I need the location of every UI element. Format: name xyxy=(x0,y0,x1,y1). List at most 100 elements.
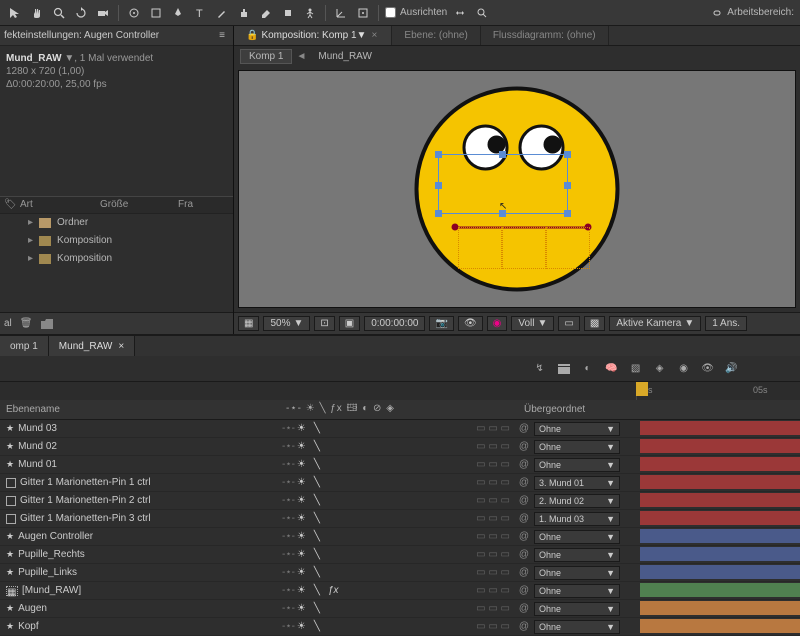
layer-row[interactable]: ★Mund 01 -⋆-☀╲▭ ▭ ▭ @Ohne▼ xyxy=(0,456,800,474)
eye-icon[interactable]: 👁 xyxy=(699,360,717,378)
timeline-tab-raw[interactable]: Mund_RAW× xyxy=(49,336,135,356)
audio-icon[interactable]: 🔊 xyxy=(723,360,741,378)
layer-row[interactable]: ★Kopf -⋆-☀╲▭ ▭ ▭ @Ohne▼ xyxy=(0,618,800,636)
pickwhip-icon[interactable]: @ xyxy=(518,567,530,579)
timeline-tab-comp[interactable]: omp 1 xyxy=(0,336,49,356)
show-icon[interactable]: 👁 xyxy=(458,316,483,331)
parent-dropdown[interactable]: Ohne▼ xyxy=(534,422,620,436)
pickwhip-icon[interactable]: @ xyxy=(518,603,530,615)
pickwhip-icon[interactable]: @ xyxy=(518,441,530,453)
parent-dropdown[interactable]: Ohne▼ xyxy=(534,602,620,616)
anchor-tool[interactable] xyxy=(125,4,143,22)
layer-row[interactable]: ★Augen -⋆-☀╲▭ ▭ ▭ @Ohne▼ xyxy=(0,600,800,618)
breadcrumb-child[interactable]: Mund_RAW xyxy=(310,50,380,63)
viewer-controls: ▦ 50%▼ ⊡ ▣ 0:00:00:00 📷 👁 ◉ Voll▼ ▭ ▩ Ak… xyxy=(234,312,800,334)
trash-icon[interactable]: 🗑 xyxy=(20,318,33,329)
workspace-selector[interactable]: Arbeitsbereich: xyxy=(711,7,794,19)
main-toolbar: T Ausrichten Arbeitsbereich: xyxy=(0,0,800,26)
pickwhip-icon[interactable]: @ xyxy=(518,531,530,543)
snapping-icon[interactable] xyxy=(451,4,469,22)
axis-tool[interactable] xyxy=(332,4,350,22)
asset-header: 🏷 Art Größe Fra xyxy=(0,196,233,214)
tab-layer[interactable]: Ebene: (ohne) xyxy=(392,26,480,45)
layer-row[interactable]: ★Augen Controller -⋆-☀╲▭ ▭ ▭ @Ohne▼ xyxy=(0,528,800,546)
layer-row[interactable]: Gitter 1 Marionetten-Pin 1 ctrl -⋆-☀╲▭ ▭… xyxy=(0,474,800,492)
selection-tool[interactable] xyxy=(6,4,24,22)
layer-row[interactable]: ★Mund 03 -⋆-☀╲▭ ▭ ▭ @Ohne▼ xyxy=(0,420,800,438)
mask-icon[interactable]: ▣ xyxy=(339,316,360,331)
views-dropdown[interactable]: 1 Ans. xyxy=(705,316,747,331)
pickwhip-icon[interactable]: @ xyxy=(518,513,530,525)
parent-dropdown[interactable]: Ohne▼ xyxy=(534,584,620,598)
brush-tool[interactable] xyxy=(213,4,231,22)
type-tool[interactable]: T xyxy=(191,4,209,22)
hand-tool[interactable] xyxy=(28,4,46,22)
roto-tool[interactable] xyxy=(279,4,297,22)
3d-icon[interactable]: ◈ xyxy=(651,360,669,378)
timecode[interactable]: 0:00:00:00 xyxy=(364,316,425,331)
clone-tool[interactable] xyxy=(235,4,253,22)
composition-viewer[interactable]: ↖ xyxy=(238,70,796,308)
parent-dropdown[interactable]: 2. Mund 02▼ xyxy=(534,494,620,508)
expr-icon[interactable]: ◉ xyxy=(675,360,693,378)
zoom-dropdown[interactable]: 50%▼ xyxy=(263,316,310,331)
layer-row[interactable]: ▦[Mund_RAW] -⋆-☀╲ƒx▭ ▭ ▭ @Ohne▼ xyxy=(0,582,800,600)
layer-row[interactable]: ★Pupille_Rechts -⋆-☀╲▭ ▭ ▭ @Ohne▼ xyxy=(0,546,800,564)
res-icon[interactable]: ⊡ xyxy=(314,316,334,331)
zoom-tool[interactable] xyxy=(50,4,68,22)
folder-icon[interactable] xyxy=(41,319,53,329)
transparency-icon[interactable]: ▩ xyxy=(584,316,605,331)
asset-row[interactable]: ▸Ordner xyxy=(0,214,233,232)
brain-icon[interactable]: 🧠 xyxy=(603,360,621,378)
motion-blur-icon[interactable]: ◐ xyxy=(579,360,597,378)
snapshot-icon[interactable]: 📷 xyxy=(429,316,453,331)
eraser-tool[interactable] xyxy=(257,4,275,22)
camera-dropdown[interactable]: Aktive Kamera▼ xyxy=(609,316,701,331)
project-info: Mund_RAW ▼, 1 Mal verwendet 1280 x 720 (… xyxy=(0,46,233,97)
pen-tool[interactable] xyxy=(169,4,187,22)
puppet-tool[interactable] xyxy=(301,4,319,22)
parent-dropdown[interactable]: Ohne▼ xyxy=(534,566,620,580)
rotate-tool[interactable] xyxy=(72,4,90,22)
time-indicator[interactable] xyxy=(636,382,648,396)
layer-row[interactable]: ★Mund 02 -⋆-☀╲▭ ▭ ▭ @Ohne▼ xyxy=(0,438,800,456)
graph-icon[interactable]: ↯ xyxy=(531,360,549,378)
parent-dropdown[interactable]: Ohne▼ xyxy=(534,458,620,472)
pickwhip-icon[interactable]: @ xyxy=(518,621,530,633)
asset-row[interactable]: ▸Komposition xyxy=(0,232,233,250)
frame-blend-icon[interactable]: ▧ xyxy=(627,360,645,378)
parent-dropdown[interactable]: Ohne▼ xyxy=(534,620,620,634)
panel-menu-icon[interactable]: ≡ xyxy=(215,29,229,43)
pickwhip-icon[interactable]: @ xyxy=(518,549,530,561)
pickwhip-icon[interactable]: @ xyxy=(518,459,530,471)
breadcrumb-root[interactable]: Komp 1 xyxy=(240,49,292,64)
comp-icon[interactable] xyxy=(555,360,573,378)
channel-icon[interactable]: ◉ xyxy=(487,316,508,331)
parent-dropdown[interactable]: 1. Mund 03▼ xyxy=(534,512,620,526)
parent-dropdown[interactable]: 3. Mund 01▼ xyxy=(534,476,620,490)
close-icon[interactable]: × xyxy=(369,31,379,41)
region-icon[interactable]: ▭ xyxy=(558,316,579,331)
pickwhip-icon[interactable]: @ xyxy=(518,585,530,597)
layer-row[interactable]: Gitter 1 Marionetten-Pin 2 ctrl -⋆-☀╲▭ ▭… xyxy=(0,492,800,510)
pickwhip-icon[interactable]: @ xyxy=(518,495,530,507)
pickwhip-icon[interactable]: @ xyxy=(518,423,530,435)
effects-tab[interactable]: fekteinstellungen: Augen Controller xyxy=(4,30,159,41)
camera-tool[interactable] xyxy=(94,4,112,22)
layer-row[interactable]: Gitter 1 Marionetten-Pin 3 ctrl -⋆-☀╲▭ ▭… xyxy=(0,510,800,528)
grid-icon[interactable]: ▦ xyxy=(238,316,259,331)
parent-dropdown[interactable]: Ohne▼ xyxy=(534,440,620,454)
search-icon[interactable] xyxy=(473,4,491,22)
parent-dropdown[interactable]: Ohne▼ xyxy=(534,530,620,544)
time-ruler[interactable]: 0s 05s xyxy=(636,382,800,400)
pickwhip-icon[interactable]: @ xyxy=(518,477,530,489)
resolution-dropdown[interactable]: Voll▼ xyxy=(511,316,554,331)
layer-row[interactable]: ★Pupille_Links -⋆-☀╲▭ ▭ ▭ @Ohne▼ xyxy=(0,564,800,582)
parent-dropdown[interactable]: Ohne▼ xyxy=(534,548,620,562)
shape-tool[interactable] xyxy=(147,4,165,22)
tab-flowchart[interactable]: Flussdiagramm: (ohne) xyxy=(481,26,609,45)
align-checkbox[interactable]: Ausrichten xyxy=(385,7,447,18)
snap-tool[interactable] xyxy=(354,4,372,22)
asset-row[interactable]: ▸Komposition xyxy=(0,250,233,268)
tab-composition[interactable]: 🔒 Komposition: Komp 1 ▼ × xyxy=(234,26,392,45)
